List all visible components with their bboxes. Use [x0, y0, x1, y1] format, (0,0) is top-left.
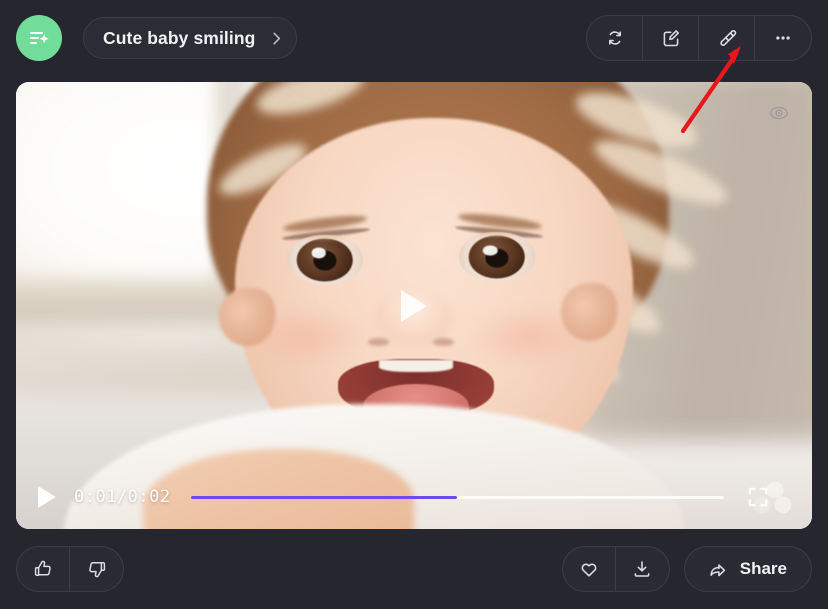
favorite-button[interactable]: [563, 547, 616, 591]
dislike-button[interactable]: [70, 547, 123, 591]
page-title: Cute baby smiling: [103, 27, 256, 48]
edit-square-icon: [660, 27, 682, 49]
edit-button[interactable]: [643, 16, 699, 60]
heart-icon: [578, 558, 600, 580]
progress-scrubber[interactable]: [190, 495, 724, 499]
more-options-button[interactable]: [755, 16, 811, 60]
prompt-title-chip[interactable]: Cute baby smiling: [83, 17, 298, 59]
thumbs-up-icon: [32, 558, 54, 580]
footer-right-group: Share: [561, 546, 812, 592]
retouch-button[interactable]: [699, 16, 755, 60]
paint-brush-icon: [716, 27, 738, 49]
footer-action-bar: Share: [0, 529, 828, 609]
thumbs-down-icon: [86, 558, 108, 580]
ellipsis-icon: [772, 27, 794, 49]
video-player[interactable]: 0:01/0:02: [16, 82, 812, 529]
regenerate-button[interactable]: [587, 16, 643, 60]
play-triangle-icon[interactable]: [394, 286, 434, 326]
header-toolbar: Cute baby smiling: [0, 0, 828, 76]
share-label: Share: [739, 559, 787, 578]
header-tool-group: [586, 15, 812, 61]
chevron-right-icon: [269, 31, 284, 46]
time-display: 0:01/0:02: [74, 487, 171, 507]
download-button[interactable]: [616, 547, 669, 591]
eye-watermark-icon: [768, 102, 790, 124]
ai-sparkle-icon: [16, 15, 62, 61]
download-icon: [631, 558, 653, 580]
video-controls: 0:01/0:02: [16, 465, 812, 529]
play-icon[interactable]: [38, 485, 60, 509]
fullscreen-expand-icon[interactable]: [746, 485, 770, 509]
share-arrow-icon: [707, 558, 729, 580]
secondary-actions-group: [561, 546, 670, 592]
fullscreen-area[interactable]: [744, 476, 794, 518]
refresh-icon: [604, 27, 626, 49]
progress-fill: [190, 495, 458, 499]
like-button[interactable]: [17, 547, 70, 591]
share-button[interactable]: Share: [683, 546, 812, 592]
feedback-group: [16, 546, 124, 592]
video-result-panel: Cute baby smiling 0:01/0:02 Share: [0, 0, 828, 609]
